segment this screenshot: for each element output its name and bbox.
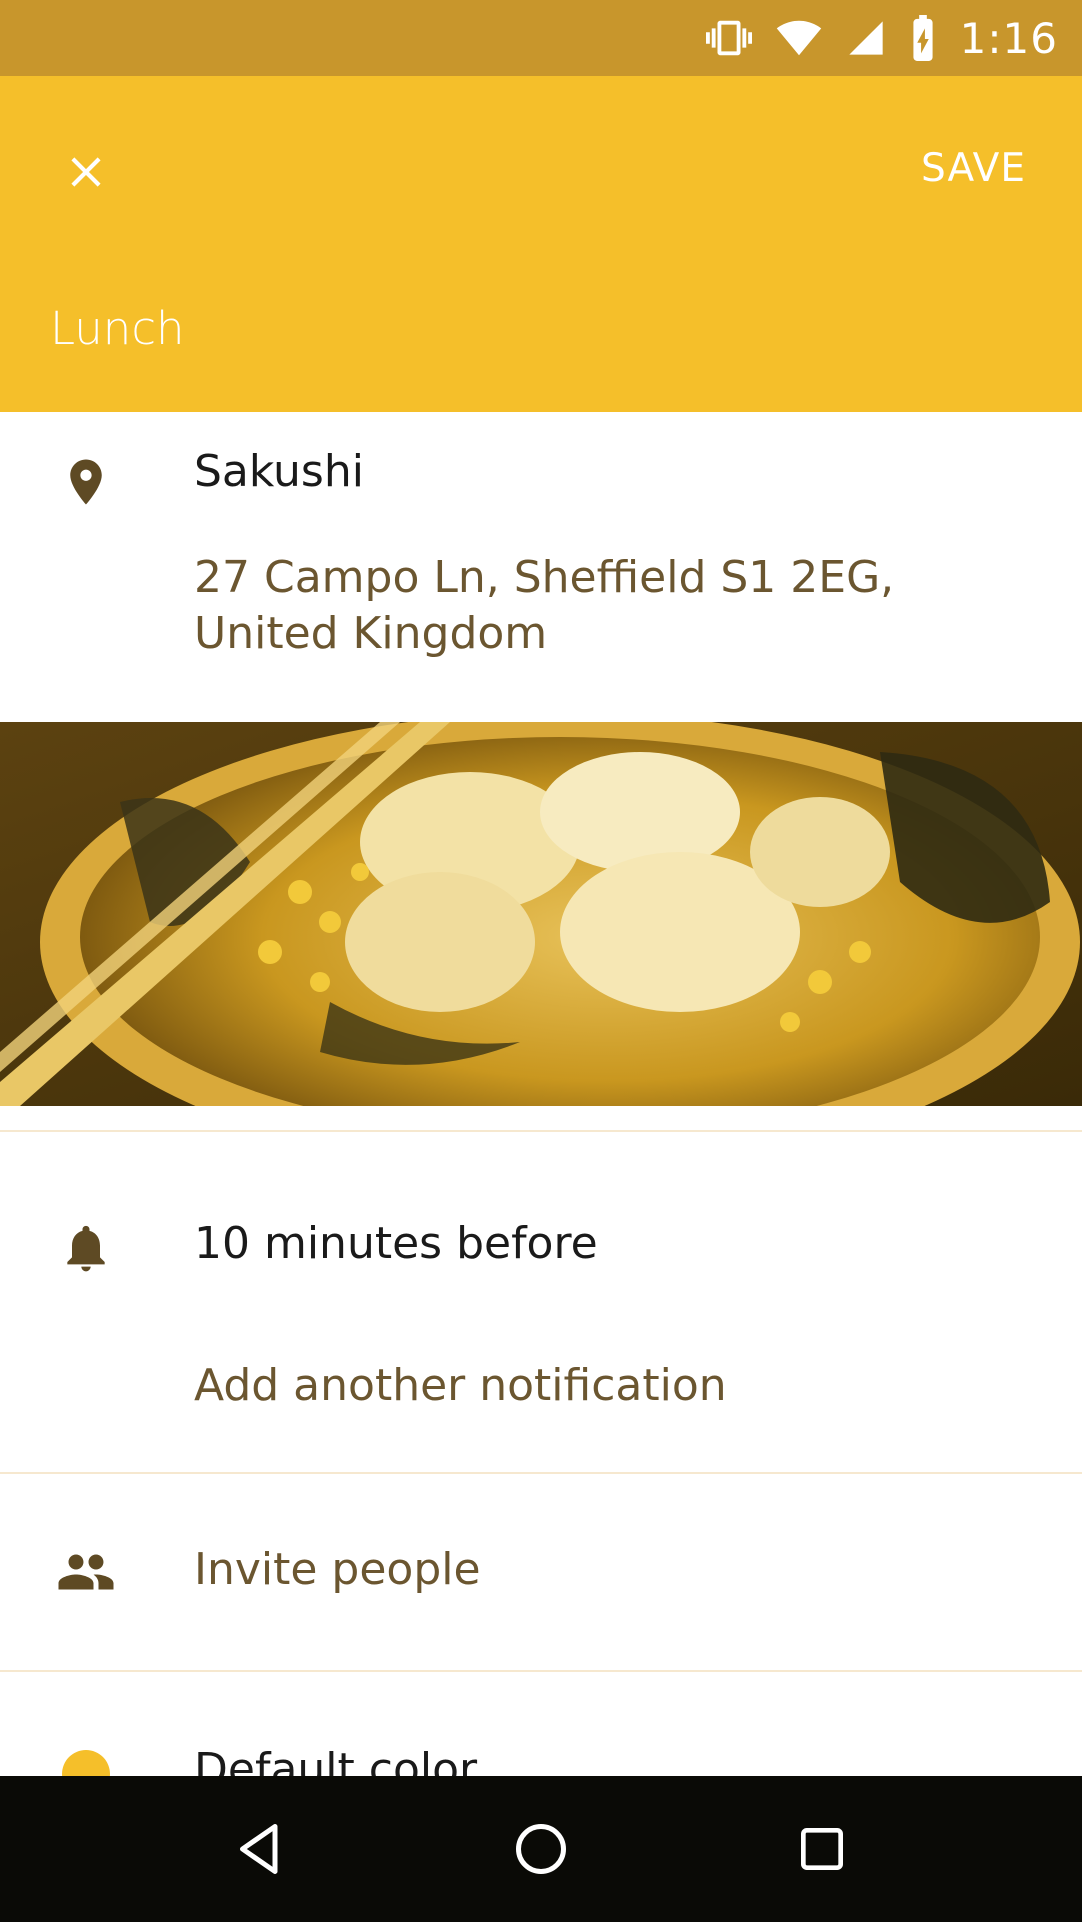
status-time: 1:16 [959, 13, 1058, 63]
status-bar: 1:16 [0, 0, 1082, 76]
back-button[interactable] [215, 1804, 305, 1894]
invite-people-button[interactable]: Invite people [194, 1544, 481, 1595]
invite-section[interactable]: Invite people [0, 1474, 1082, 1670]
people-icon [46, 1532, 126, 1612]
notifications-section: 10 minutes before Add another notificati… [0, 1132, 1082, 1472]
add-notification-button[interactable]: Add another notification [194, 1360, 727, 1411]
location-photo [0, 722, 1082, 1106]
ramen-bowl-image [0, 722, 1082, 1106]
recents-button[interactable] [777, 1804, 867, 1894]
location-address: 27 Campo Ln, Sheffield S1 2EG, United Ki… [194, 552, 895, 659]
close-icon [71, 157, 101, 187]
location-name: Sakushi [194, 446, 364, 497]
event-edit-screen: 1:16 SAVE Lunch Sakushi 27 Campo Ln, She… [0, 0, 1082, 1922]
battery-charging-icon [908, 15, 938, 61]
save-button[interactable]: SAVE [921, 146, 1026, 191]
notification-item[interactable]: 10 minutes before [194, 1218, 598, 1269]
location-section[interactable]: Sakushi 27 Campo Ln, Sheffield S1 2EG, U… [0, 412, 1082, 722]
home-icon [515, 1824, 566, 1874]
location-pin-icon [46, 442, 126, 522]
back-icon [240, 1824, 278, 1874]
close-button[interactable] [46, 132, 126, 212]
wifi-icon [774, 15, 824, 61]
home-button[interactable] [496, 1804, 586, 1894]
bell-icon [46, 1208, 126, 1288]
nav-bar [0, 1776, 1082, 1922]
app-bar: SAVE Lunch [0, 76, 1082, 412]
vibrate-icon [705, 15, 752, 61]
cell-signal-icon [846, 18, 886, 58]
event-title-input[interactable]: Lunch [50, 302, 185, 355]
event-details: Sakushi 27 Campo Ln, Sheffield S1 2EG, U… [0, 412, 1082, 1872]
recents-icon [800, 1828, 843, 1870]
